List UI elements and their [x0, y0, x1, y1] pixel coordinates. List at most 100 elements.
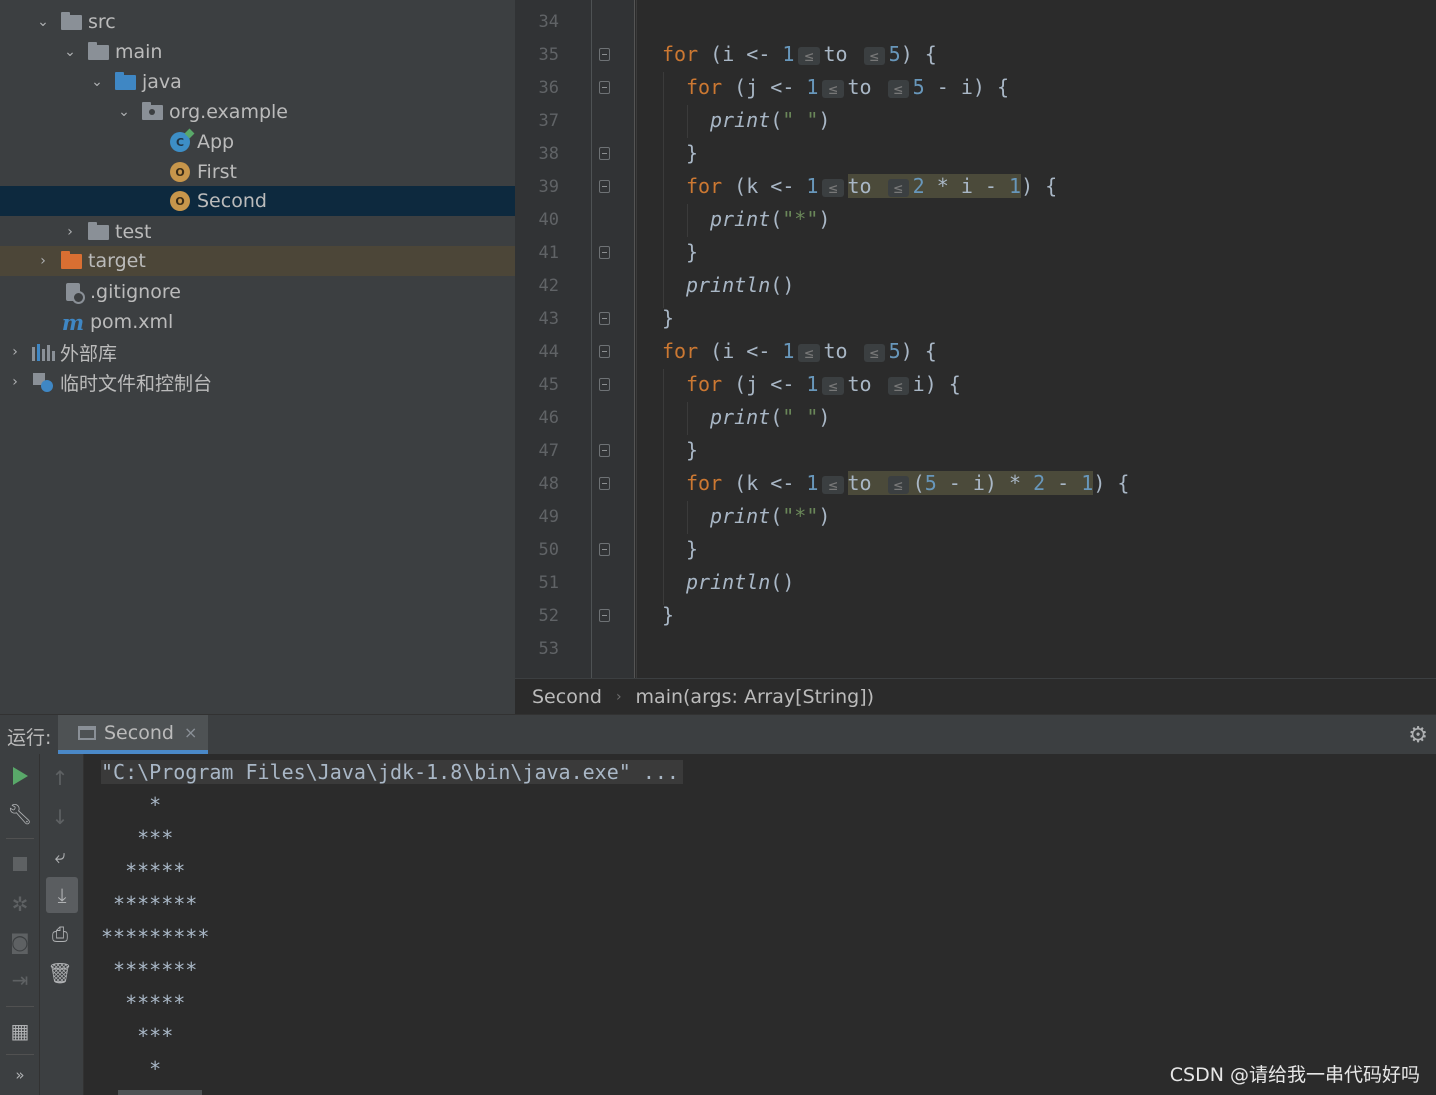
camera-icon[interactable]: ◙: [0, 924, 40, 960]
wrench-icon[interactable]: 🔧︎: [0, 796, 40, 832]
code-line-44[interactable]: for (i <- 1 ≤ to ≤5) {: [662, 335, 937, 368]
fold-marker-icon[interactable]: [599, 312, 610, 325]
chevron-right-icon[interactable]: ›: [6, 337, 24, 367]
breadcrumb-item[interactable]: Second: [532, 686, 602, 708]
tree-item-gitignore[interactable]: .gitignore: [0, 277, 515, 307]
code-line-35[interactable]: for (i <- 1 ≤ to ≤5) {: [662, 38, 937, 71]
number-literal: 1: [806, 372, 819, 396]
horizontal-scrollbar[interactable]: [118, 1090, 202, 1095]
fold-marker-icon[interactable]: [599, 477, 610, 490]
code-line-39[interactable]: for (k <- 1 ≤ to ≤2 * i - 1) {: [686, 170, 1057, 203]
fold-marker-icon[interactable]: [599, 180, 610, 193]
code-line-46[interactable]: print(" "): [710, 401, 830, 434]
code-line-51[interactable]: println(): [686, 566, 794, 599]
tree-item-label: First: [197, 161, 237, 183]
tree-item-java[interactable]: ⌄ java: [0, 67, 515, 97]
inlay-hint: ≤: [798, 47, 820, 65]
gear-icon[interactable]: ⚙: [1408, 723, 1428, 748]
project-tree: ⌄ src ⌄ main ⌄ java ⌄ org.example C App …: [0, 0, 515, 714]
code-text: (i <-: [698, 42, 783, 66]
code-line-40[interactable]: print("*"): [710, 203, 830, 236]
code-line-48[interactable]: for (k <- 1 ≤ to ≤ (5 - i) * 2 - 1) {: [686, 467, 1129, 500]
code-line-47[interactable]: }: [686, 434, 698, 467]
fold-marker-icon[interactable]: [599, 543, 610, 556]
fold-marker-icon[interactable]: [599, 609, 610, 622]
code-line-37[interactable]: print(" "): [710, 104, 830, 137]
trash-icon[interactable]: 🗑︎: [40, 955, 80, 991]
soft-wrap-icon[interactable]: ⤶: [40, 838, 80, 874]
fold-marker-icon[interactable]: [599, 147, 610, 160]
line-number: 43: [538, 309, 559, 329]
code-editor[interactable]: 34 35 36 37 38 39 40 41 42 43 44 45 46 4…: [515, 0, 1436, 678]
number-literal: 1: [782, 339, 795, 363]
source-folder-icon: [114, 71, 136, 93]
code-line-38[interactable]: }: [686, 137, 698, 170]
line-number: 35: [538, 45, 559, 65]
code-line-49[interactable]: print("*"): [710, 500, 830, 533]
up-arrow-icon[interactable]: ↑: [40, 760, 80, 796]
chevron-right-icon[interactable]: ›: [6, 367, 24, 397]
tree-item-label: pom.xml: [90, 311, 174, 333]
scala-object-icon: O: [169, 161, 191, 183]
tree-item-second[interactable]: O Second: [0, 186, 515, 216]
inlay-hint: ≤: [798, 344, 820, 362]
login-icon[interactable]: ⇥: [0, 962, 40, 998]
stop-icon[interactable]: [0, 846, 40, 882]
package-icon: [141, 101, 163, 123]
print-icon[interactable]: ⎙: [40, 916, 80, 952]
debug-icon[interactable]: ✲: [0, 886, 40, 922]
tree-item-test[interactable]: › test: [0, 217, 515, 247]
code-line-41[interactable]: }: [686, 236, 698, 269]
close-icon[interactable]: ×: [184, 723, 197, 742]
code-line-50[interactable]: }: [686, 533, 698, 566]
tree-item-app[interactable]: C App: [0, 127, 515, 157]
tree-item-src[interactable]: ⌄ src: [0, 7, 515, 37]
tab-run-second[interactable]: Second ×: [58, 715, 208, 754]
line-number: 46: [538, 408, 559, 428]
tree-item-org-example[interactable]: ⌄ org.example: [0, 97, 515, 127]
rerun-icon[interactable]: [0, 758, 40, 794]
excluded-folder-icon: [60, 250, 82, 272]
number-literal: 1: [782, 42, 795, 66]
line-number: 44: [538, 342, 559, 362]
chevron-down-icon[interactable]: ⌄: [61, 37, 79, 67]
chevron-right-icon[interactable]: ›: [34, 246, 52, 276]
code-text: (j <-: [722, 75, 807, 99]
fold-marker-icon[interactable]: [599, 81, 610, 94]
code-line-45[interactable]: for (j <- 1 ≤ to ≤ i) {: [686, 368, 961, 401]
code-line-42[interactable]: println(): [686, 269, 794, 302]
fold-marker-icon[interactable]: [599, 48, 610, 61]
line-number: 39: [538, 177, 559, 197]
tree-item-target[interactable]: › target: [0, 246, 515, 276]
function-call: println: [686, 273, 771, 297]
fold-marker-icon[interactable]: [599, 444, 610, 457]
scroll-to-end-icon[interactable]: ⤓: [46, 877, 78, 913]
chevron-down-icon[interactable]: ⌄: [115, 97, 133, 127]
fold-marker-icon[interactable]: [599, 378, 610, 391]
chevron-right-icon[interactable]: ›: [61, 217, 79, 247]
chevron-down-icon[interactable]: ⌄: [88, 67, 106, 97]
layout-icon[interactable]: ▦: [0, 1013, 40, 1049]
tree-item-scratches[interactable]: › 临时文件和控制台: [0, 367, 515, 397]
tree-item-label: java: [142, 71, 182, 93]
console-output[interactable]: "C:\Program Files\Java\jdk-1.8\bin\java.…: [84, 754, 1436, 1095]
chevron-down-icon[interactable]: ⌄: [34, 7, 52, 37]
down-arrow-icon[interactable]: ↓: [40, 799, 80, 835]
tree-item-label: Second: [197, 190, 267, 212]
more-icon[interactable]: »: [0, 1057, 40, 1093]
console-line: *******: [101, 958, 198, 982]
tree-item-main[interactable]: ⌄ main: [0, 37, 515, 67]
breadcrumb-item[interactable]: main(args: Array[String]): [636, 686, 875, 708]
code-line-43[interactable]: }: [662, 302, 674, 335]
code-text: ): [818, 405, 831, 429]
external-libraries-icon: [31, 341, 55, 363]
fold-marker-icon[interactable]: [599, 246, 610, 259]
code-line-52[interactable]: }: [662, 599, 674, 632]
tree-item-label: .gitignore: [90, 281, 181, 303]
tree-item-pom[interactable]: m pom.xml: [0, 307, 515, 337]
fold-marker-icon[interactable]: [599, 345, 610, 358]
code-line-36[interactable]: for (j <- 1 ≤ to ≤5 - i) {: [686, 71, 1009, 104]
tree-item-first[interactable]: O First: [0, 157, 515, 187]
line-number: 38: [538, 144, 559, 164]
tree-item-external-libraries[interactable]: › 外部库: [0, 337, 515, 367]
